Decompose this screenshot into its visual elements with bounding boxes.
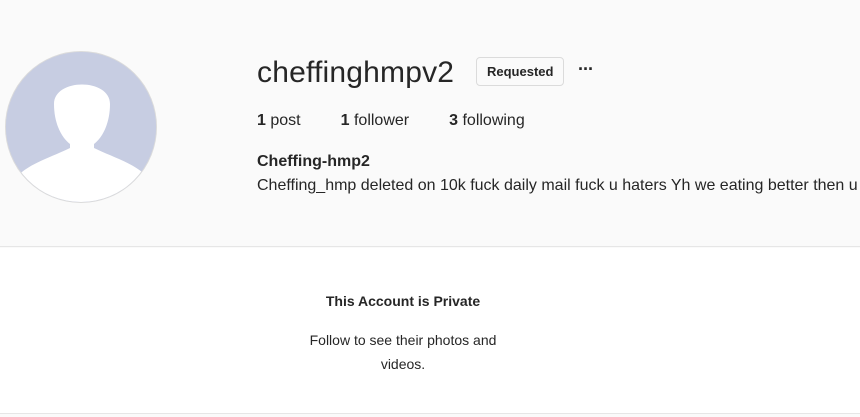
private-title: This Account is Private <box>325 293 481 309</box>
stat-followers[interactable]: 1 follower <box>341 111 410 131</box>
stat-following[interactable]: 3 following <box>449 111 525 131</box>
more-options-icon[interactable]: ··· <box>578 60 598 80</box>
profile-stats: 1 post 1 follower 3 following <box>257 111 565 131</box>
profile-header: cheffinghmpv2 Requested ··· 1 post 1 fol… <box>0 0 860 247</box>
stat-followers-count: 1 <box>340 112 350 129</box>
requested-button[interactable]: Requested <box>476 57 565 86</box>
stat-posts-label: post <box>270 112 301 129</box>
avatar[interactable] <box>5 51 157 203</box>
stat-posts-count: 1 <box>257 112 266 129</box>
private-account-notice: This Account is Private Follow to see th… <box>0 248 860 414</box>
profile-bio: Cheffing_hmp deleted on 10k fuck daily m… <box>257 177 858 194</box>
private-subtitle: Follow to see their photos and videos. <box>309 332 497 372</box>
profile-full-name: Cheffing-hmp2 <box>257 153 370 170</box>
default-avatar-icon <box>6 52 156 202</box>
stat-following-count: 3 <box>449 112 459 129</box>
profile-username: cheffinghmpv2 <box>257 56 455 89</box>
stat-following-label: following <box>462 112 525 129</box>
stat-followers-label: follower <box>353 112 410 129</box>
stat-posts: 1 post <box>257 111 301 131</box>
